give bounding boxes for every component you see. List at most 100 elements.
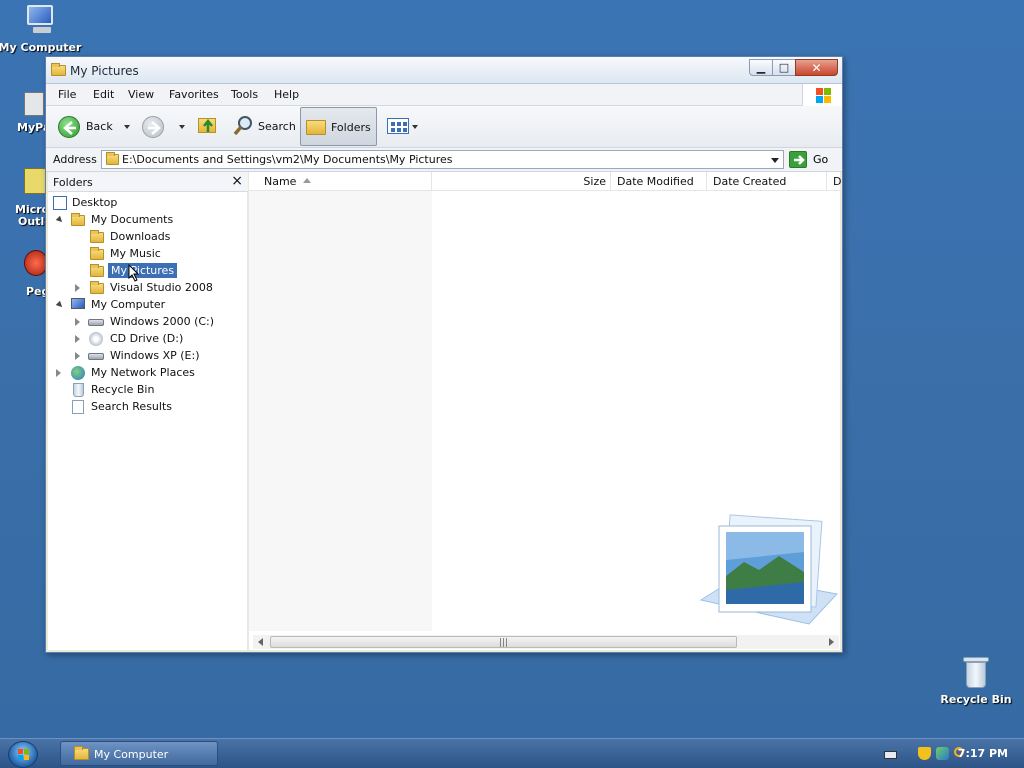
address-value: E:\Documents and Settings\vm2\My Documen…: [122, 153, 453, 166]
taskbar-button-my-computer[interactable]: My Computer: [60, 741, 218, 766]
close-pane-icon[interactable]: ×: [231, 173, 243, 189]
desktop-icon-label: My Computer: [0, 41, 82, 54]
file-list-pane[interactable]: Name Size Date Modified Date Created D |…: [249, 172, 842, 650]
tree-item-search-results[interactable]: Search Results: [51, 399, 241, 416]
folders-button[interactable]: Folders: [300, 107, 377, 146]
close-button[interactable]: ✕: [795, 59, 838, 76]
folders-label: Folders: [331, 121, 371, 134]
column-label: D: [833, 175, 842, 188]
tree-item-my-documents[interactable]: My Documents: [51, 212, 241, 229]
tree-item-drive-c[interactable]: Windows 2000 (C:): [51, 314, 241, 331]
desktop-icon-recycle-bin[interactable]: Recycle Bin: [934, 657, 1018, 706]
expand-icon[interactable]: [75, 318, 80, 326]
menu-file[interactable]: File: [58, 88, 76, 101]
address-input[interactable]: E:\Documents and Settings\vm2\My Documen…: [101, 150, 784, 169]
address-label: Address: [53, 153, 97, 166]
caption-buttons: ▁ □ ✕: [749, 59, 838, 76]
desktop-icon-my-computer[interactable]: My Computer: [0, 3, 82, 54]
tree-item-label: CD Drive (D:): [110, 332, 184, 345]
network-tray-icon[interactable]: [936, 747, 949, 760]
tree-item-desktop[interactable]: Desktop: [51, 195, 241, 212]
folders-pane-title: Folders: [53, 176, 93, 189]
maximize-button[interactable]: □: [772, 59, 796, 76]
taskbar-button-label: My Computer: [94, 748, 169, 761]
expand-icon[interactable]: [75, 352, 80, 360]
title-bar[interactable]: My Pictures ▁ □ ✕: [46, 57, 842, 84]
expand-icon[interactable]: [75, 284, 80, 292]
menu-help[interactable]: Help: [274, 88, 299, 101]
tree-item-downloads[interactable]: Downloads: [51, 229, 241, 246]
hard-drive-icon: [88, 353, 104, 360]
column-date-created[interactable]: Date Created: [707, 172, 827, 191]
sorted-column-shade: [249, 191, 432, 631]
tree-item-label: My Music: [110, 247, 161, 260]
up-button[interactable]: [194, 106, 220, 148]
folder-icon: [90, 247, 104, 260]
tree-item-my-computer[interactable]: My Computer: [51, 297, 241, 314]
views-dropdown-icon: [412, 125, 418, 129]
tree-item-my-pictures[interactable]: My Pictures: [51, 262, 241, 280]
tree-item-label-selected: My Pictures: [106, 262, 179, 279]
tree-item-visual-studio[interactable]: Visual Studio 2008: [51, 280, 241, 297]
expand-icon[interactable]: [56, 369, 61, 377]
menu-favorites[interactable]: Favorites: [169, 88, 219, 101]
address-dropdown-icon[interactable]: [771, 158, 779, 163]
column-date-modified[interactable]: Date Modified: [611, 172, 707, 191]
start-button[interactable]: [8, 741, 38, 768]
column-partial[interactable]: D: [827, 172, 842, 191]
forward-dropdown-icon[interactable]: [179, 125, 185, 129]
scroll-left-icon[interactable]: [258, 638, 263, 646]
window-title: My Pictures: [70, 64, 139, 78]
tree-item-label: Windows 2000 (C:): [110, 315, 215, 328]
views-button[interactable]: [384, 106, 420, 148]
go-arrow-icon: [789, 151, 807, 168]
folder-icon: [106, 152, 119, 165]
column-label: Date Created: [713, 175, 787, 188]
folder-icon: [90, 281, 104, 294]
system-tray: 7:17 PM: [854, 739, 1024, 768]
hard-drive-icon: [88, 319, 104, 326]
search-button[interactable]: Search: [226, 106, 296, 148]
tree-item-drive-e[interactable]: Windows XP (E:): [51, 348, 241, 365]
menu-edit[interactable]: Edit: [93, 88, 114, 101]
minimize-button[interactable]: ▁: [749, 59, 773, 76]
forward-button[interactable]: [138, 106, 168, 148]
menu-bar: File Edit View Favorites Tools Help: [46, 84, 842, 106]
menu-tools[interactable]: Tools: [231, 88, 258, 101]
search-icon: [232, 115, 254, 137]
column-name[interactable]: Name: [249, 172, 432, 191]
desktop-icon: [53, 196, 67, 210]
explorer-window: My Pictures ▁ □ ✕ File Edit View Favorit…: [45, 56, 843, 653]
go-label: Go: [813, 153, 829, 166]
menu-view[interactable]: View: [128, 88, 154, 101]
cd-drive-icon: [89, 332, 103, 346]
shield-icon[interactable]: [918, 747, 931, 760]
maximize-icon: □: [778, 61, 790, 74]
scroll-right-icon[interactable]: [829, 638, 834, 646]
back-dropdown-icon[interactable]: [124, 125, 130, 129]
tree-item-drive-d[interactable]: CD Drive (D:): [51, 331, 241, 348]
tree-item-label: Windows XP (E:): [110, 349, 200, 362]
close-icon: ✕: [811, 61, 822, 75]
back-button[interactable]: Back: [54, 106, 114, 148]
column-label: Date Modified: [617, 175, 694, 188]
horizontal-scrollbar[interactable]: |||: [253, 635, 839, 649]
address-bar: Address E:\Documents and Settings\vm2\My…: [46, 148, 842, 172]
tree-item-label: My Network Places: [91, 366, 195, 379]
my-computer-icon: [23, 3, 57, 37]
expand-icon[interactable]: [75, 335, 80, 343]
search-results-icon: [72, 400, 84, 414]
folders-pane-header: Folders ×: [48, 172, 248, 192]
go-button[interactable]: Go: [788, 150, 832, 169]
expand-icon[interactable]: [55, 215, 65, 225]
desktop-icon-label: Recycle Bin: [940, 693, 1012, 706]
tree-item-label: Desktop: [72, 196, 118, 209]
keyboard-icon[interactable]: [884, 751, 897, 759]
shortcut-icon: [24, 92, 44, 116]
tree-item-network-places[interactable]: My Network Places: [51, 365, 241, 382]
column-size[interactable]: Size: [432, 172, 611, 191]
tree-item-my-music[interactable]: My Music: [51, 246, 241, 263]
expand-icon[interactable]: [55, 300, 65, 310]
scroll-thumb[interactable]: |||: [270, 636, 737, 648]
tree-item-recycle-bin[interactable]: Recycle Bin: [51, 382, 241, 399]
